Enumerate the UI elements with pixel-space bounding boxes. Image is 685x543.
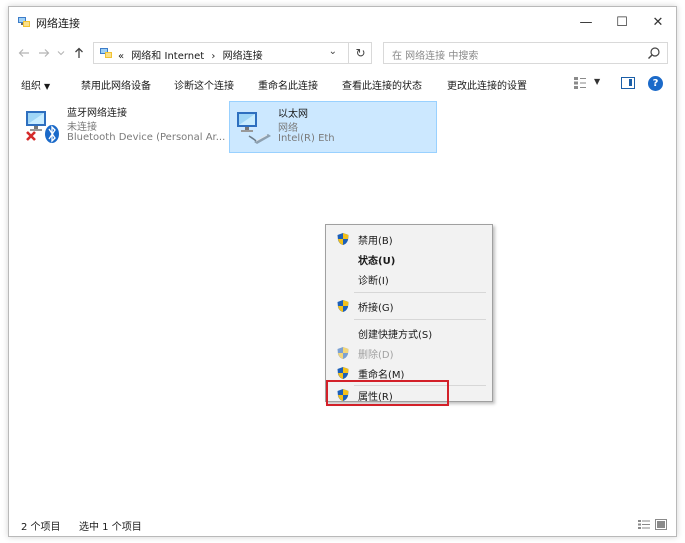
breadcrumb-overflow[interactable]: « [118,51,124,62]
breadcrumb-network-internet[interactable]: 网络和 Internet [131,51,204,62]
maximize-button[interactable]: ☐ [604,7,640,37]
forward-button[interactable] [36,44,52,62]
diagnose-button[interactable]: 诊断这个连接 [174,77,234,92]
refresh-button[interactable]: ↻ [348,42,372,64]
menu-item-label: 状态(U) [358,256,396,267]
menu-item-create-shortcut[interactable]: 创建快捷方式(S) [328,323,490,343]
connection-device: Bluetooth Device (Personal Ar... [67,132,226,143]
arrow-up-icon [75,47,83,58]
menu-item-label: 重命名(M) [358,370,405,381]
connections-list: 蓝牙网络连接 未连接 Bluetooth Device (Personal Ar… [9,99,676,509]
organize-menu[interactable]: 组织 ▼ [21,77,50,92]
recent-locations-button[interactable] [56,44,66,62]
menu-separator [354,292,486,293]
menu-item-label: 诊断(I) [358,276,389,287]
context-menu: 禁用(B) 状态(U) 诊断(I) 桥接(G) 创建快捷方式(S) 删除(D) … [325,224,493,406]
network-connections-icon [18,17,30,27]
menu-item-status[interactable]: 状态(U) [328,249,490,269]
menu-item-delete: 删除(D) [328,343,490,363]
help-icon[interactable]: ? [648,76,663,91]
navigation-row: « 网络和 Internet › 网络连接 ⌄ ↻ 在 网络连接 中搜索 [9,38,676,68]
change-settings-button[interactable]: 更改此连接的设置 [447,77,527,92]
menu-item-bridge[interactable]: 桥接(G) [328,296,490,316]
bluetooth-network-adapter-icon [26,111,59,143]
window-title: 网络连接 [36,17,80,30]
menu-item-label: 桥接(G) [358,303,394,314]
up-button[interactable] [71,44,87,62]
minimize-icon: — [579,14,593,30]
connection-name: 蓝牙网络连接 [67,108,127,119]
menu-item-diagnose[interactable]: 诊断(I) [328,269,490,289]
uac-shield-icon [337,233,349,245]
breadcrumb-separator-icon[interactable]: › [211,51,215,62]
selected-count: 选中 1 个项目 [79,522,142,533]
large-icons-view-icon[interactable] [655,519,667,530]
network-folder-icon [100,48,112,58]
chevron-down-icon [57,51,65,56]
highlight-box [326,380,449,406]
menu-item-label: 创建快捷方式(S) [358,330,433,341]
search-box[interactable]: 在 网络连接 中搜索 [383,42,668,64]
arrow-left-icon [18,49,29,57]
connection-item-ethernet[interactable]: 以太网 网络 Intel(R) Eth [229,101,437,153]
close-button[interactable]: ✕ [640,7,676,37]
connection-status: 网络 [278,123,298,134]
uac-shield-icon [337,367,349,379]
refresh-icon: ↻ [355,46,366,60]
caret-down-icon: ▼ [44,82,51,91]
disable-device-button[interactable]: 禁用此网络设备 [81,77,151,92]
details-view-icon[interactable] [638,519,650,530]
item-count: 2 个项目 [21,522,61,533]
breadcrumb: « 网络和 Internet › 网络连接 [118,47,267,62]
view-status-button[interactable]: 查看此连接的状态 [342,77,422,92]
connection-name: 以太网 [278,109,308,120]
search-icon [648,47,660,59]
preview-pane-icon[interactable] [621,77,635,89]
menu-item-disable[interactable]: 禁用(B) [328,229,490,249]
ethernet-adapter-icon [237,112,271,144]
status-bar: 2 个项目 选中 1 个项目 [9,513,676,536]
close-icon: ✕ [652,14,664,30]
search-input[interactable]: 在 网络连接 中搜索 [392,47,478,62]
minimize-button[interactable]: — [568,7,604,37]
back-button[interactable] [16,44,32,62]
view-caret-icon[interactable]: ▼ [594,77,600,86]
arrow-right-icon [39,49,50,57]
uac-shield-icon [337,300,349,312]
menu-item-label: 禁用(B) [358,236,393,247]
connection-status: 未连接 [67,122,97,133]
view-options-icon[interactable] [573,76,587,90]
connection-device: Intel(R) Eth [278,133,335,144]
connection-item-bluetooth[interactable]: 蓝牙网络连接 未连接 Bluetooth Device (Personal Ar… [19,101,226,153]
organize-label: 组织 [21,81,41,92]
address-dropdown-icon[interactable]: ⌄ [329,46,337,57]
maximize-icon: ☐ [616,14,628,30]
menu-separator [354,319,486,320]
network-connections-window: 网络连接 — ☐ ✕ « 网络和 Internet › 网络连接 ⌄ ↻ 在 网… [8,6,677,537]
title-bar: 网络连接 — ☐ ✕ [9,7,676,37]
rename-button[interactable]: 重命名此连接 [258,77,318,92]
address-bar[interactable]: « 网络和 Internet › 网络连接 ⌄ ↻ [93,42,372,64]
uac-shield-icon [337,347,349,359]
command-toolbar: 组织 ▼ 禁用此网络设备 诊断这个连接 重命名此连接 查看此连接的状态 更改此连接… [9,71,676,97]
breadcrumb-network-connections[interactable]: 网络连接 [223,51,263,62]
menu-item-label: 删除(D) [358,350,394,361]
